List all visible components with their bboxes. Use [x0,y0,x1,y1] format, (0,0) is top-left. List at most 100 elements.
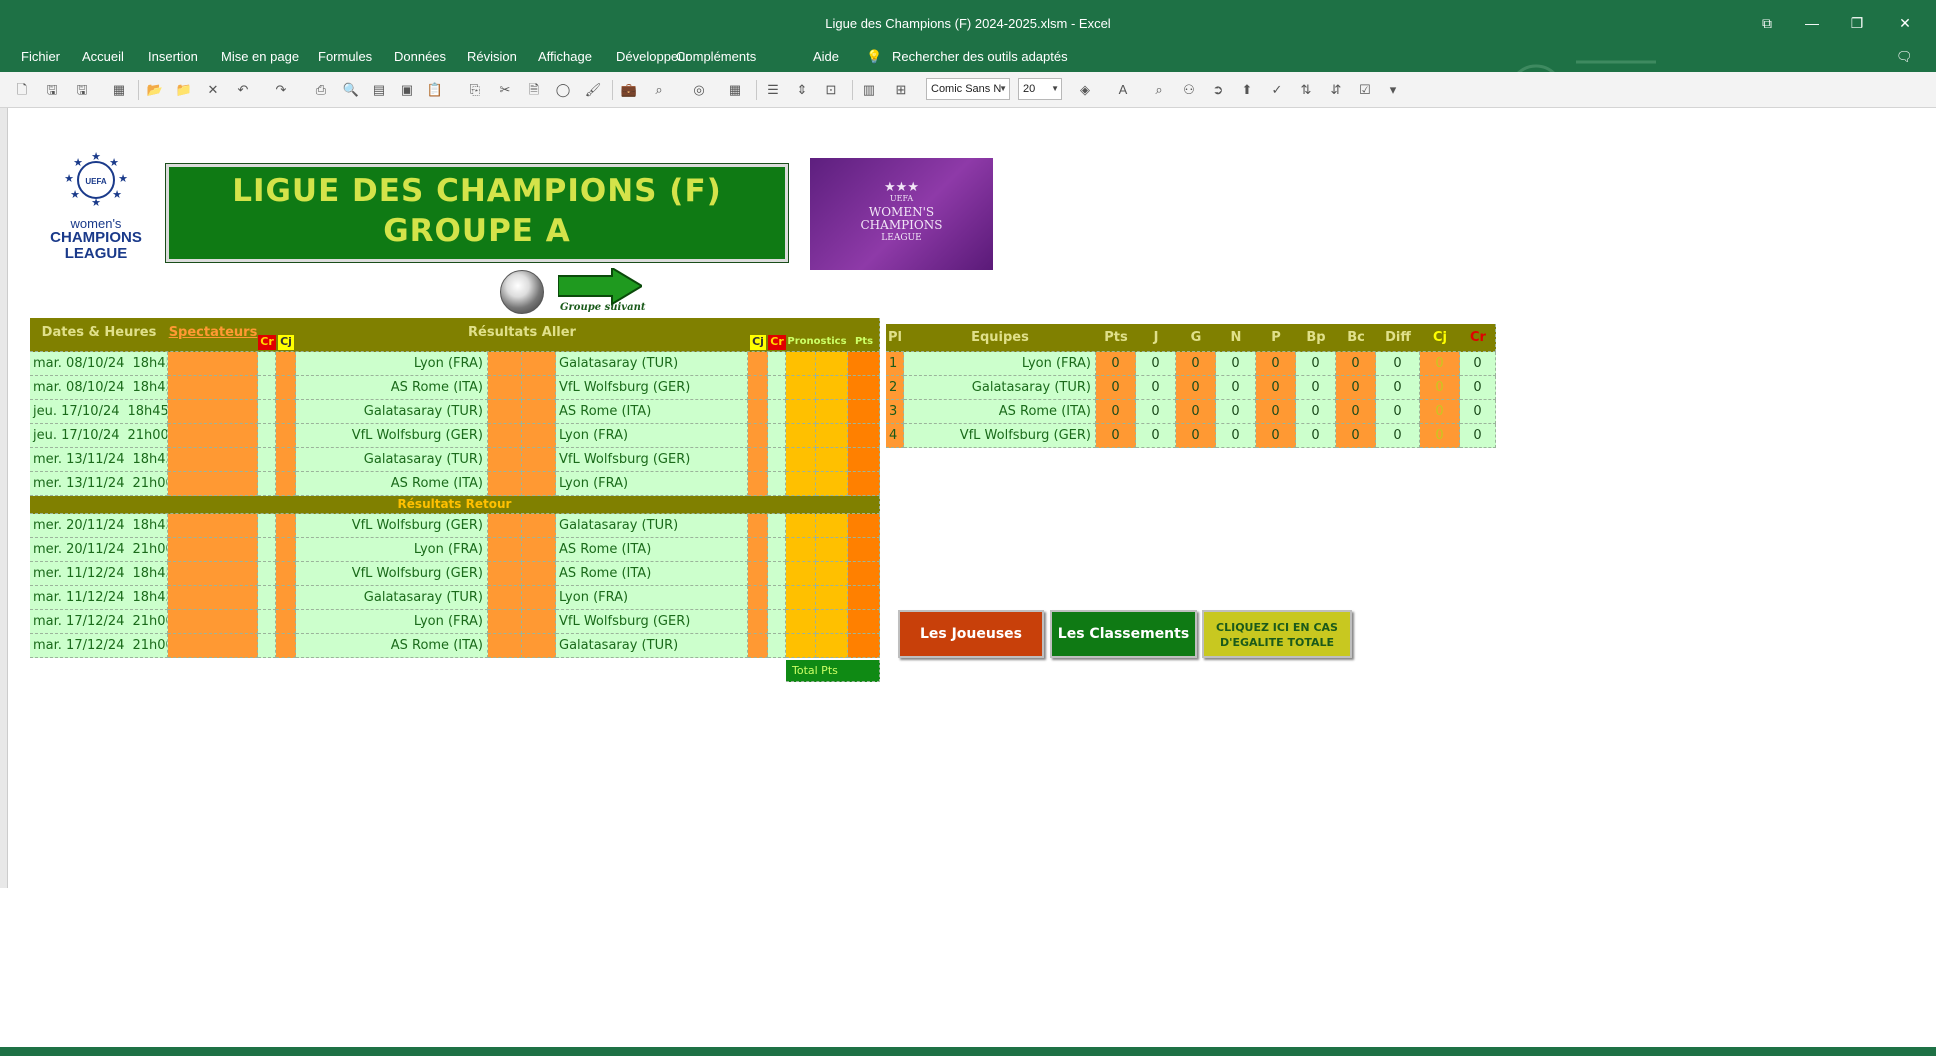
document-icon[interactable]: 🗎 [525,81,543,99]
freeze-icon[interactable]: ▥ [860,81,878,99]
score-cell[interactable] [488,610,522,634]
standings-team[interactable]: AS Rome (ITA) [904,400,1096,424]
spectators-cell[interactable] [168,352,258,376]
cut-icon[interactable]: ✂ [496,81,514,99]
home-team[interactable]: AS Rome (ITA) [296,634,488,658]
standings-value[interactable]: 0 [1176,424,1216,448]
red-cards-cell[interactable] [258,424,276,448]
points-cell[interactable] [848,634,880,658]
red-cards-cell[interactable] [768,610,786,634]
score-cell[interactable] [522,424,556,448]
standings-value[interactable]: 0 [1096,424,1136,448]
standings-value[interactable]: 0 [1256,400,1296,424]
standings-team[interactable]: VfL Wolfsburg (GER) [904,424,1096,448]
print-preview-icon[interactable]: 🔍 [342,81,360,99]
checklist-icon[interactable]: ☑ [1356,81,1374,99]
home-team[interactable]: AS Rome (ITA) [296,376,488,400]
yellow-cards-cell[interactable] [276,634,296,658]
points-cell[interactable] [848,448,880,472]
standings-value[interactable]: 0 [1420,376,1460,400]
menu-accueil[interactable]: Accueil [82,49,124,64]
home-team[interactable]: Galatasaray (TUR) [296,586,488,610]
score-cell[interactable] [488,586,522,610]
yellow-cards-cell[interactable] [276,376,296,400]
lightbulb-icon[interactable]: 💡 [866,49,882,65]
score-cell[interactable] [522,400,556,424]
score-cell[interactable] [488,448,522,472]
spectators-cell[interactable] [168,424,258,448]
menu-insertion[interactable]: Insertion [148,49,198,64]
copy-icon[interactable]: ⎘ [466,81,484,99]
menu-formules[interactable]: Formules [318,49,372,64]
open-icon[interactable]: 📂 [146,81,164,99]
prediction-cell[interactable] [816,376,848,400]
points-cell[interactable] [848,538,880,562]
header-spectateurs[interactable]: Spectateurs [168,318,258,352]
column-width-icon[interactable]: ⇕ [793,81,811,99]
grid-icon[interactable]: ▦ [110,81,128,99]
score-cell[interactable] [488,400,522,424]
standings-value[interactable]: 0 [1256,352,1296,376]
fill-color-icon[interactable]: ◈ [1076,81,1094,99]
prediction-cell[interactable] [786,448,816,472]
standings-value[interactable]: 0 [1096,376,1136,400]
left-scroll-edge[interactable] [0,108,8,888]
football-icon[interactable] [500,270,544,314]
search-tools-label[interactable]: Rechercher des outils adaptés [892,49,1068,64]
score-cell[interactable] [522,376,556,400]
borders-icon[interactable]: ⊞ [892,81,910,99]
yellow-cards-cell[interactable] [748,448,768,472]
match-date[interactable]: jeu. 17/10/24 21h00 [30,424,168,448]
standings-value[interactable]: 0 [1420,424,1460,448]
find-icon[interactable]: ⌕ [650,81,668,99]
yellow-cards-cell[interactable] [276,352,296,376]
les-classements-button[interactable]: Les Classements [1050,610,1197,658]
standings-value[interactable]: 0 [1460,424,1496,448]
score-cell[interactable] [522,352,556,376]
home-team[interactable]: Galatasaray (TUR) [296,400,488,424]
home-team[interactable]: Lyon (FRA) [296,538,488,562]
match-date[interactable]: jeu. 17/10/24 18h45 [30,400,168,424]
standings-value[interactable]: 0 [1256,424,1296,448]
red-cards-cell[interactable] [258,514,276,538]
rows-icon[interactable]: ☰ [764,81,782,99]
standings-value[interactable]: 0 [1096,352,1136,376]
format-painter-icon[interactable]: 🖌 [584,81,602,99]
prediction-cell[interactable] [816,448,848,472]
sort-asc-icon[interactable]: ⇅ [1297,81,1315,99]
customize-icon[interactable]: ▾ [1384,81,1402,99]
close-icon[interactable]: ✕ [1890,12,1920,34]
away-team[interactable]: AS Rome (ITA) [556,400,748,424]
points-cell[interactable] [848,400,880,424]
spectators-cell[interactable] [168,538,258,562]
prediction-cell[interactable] [816,424,848,448]
standings-value[interactable]: 0 [1096,400,1136,424]
redo-icon[interactable]: ↷ [272,81,290,99]
yellow-cards-cell[interactable] [748,424,768,448]
match-date[interactable]: mar. 11/12/24 18h45 [30,586,168,610]
red-cards-cell[interactable] [258,586,276,610]
prediction-cell[interactable] [786,634,816,658]
menu-mise-en-page[interactable]: Mise en page [221,49,299,64]
standings-value[interactable]: 0 [1216,352,1256,376]
sort-desc-icon[interactable]: ⇵ [1327,81,1345,99]
menu-aide[interactable]: Aide [813,49,839,64]
prediction-cell[interactable] [816,562,848,586]
ribbon-display-icon[interactable]: ⧉ [1752,12,1782,34]
points-cell[interactable] [848,610,880,634]
home-team[interactable]: VfL Wolfsburg (GER) [296,562,488,586]
spectators-cell[interactable] [168,586,258,610]
yellow-cards-cell[interactable] [748,610,768,634]
match-date[interactable]: mer. 20/11/24 21h00 [30,538,168,562]
points-cell[interactable] [848,424,880,448]
prediction-cell[interactable] [786,472,816,496]
yellow-cards-cell[interactable] [748,376,768,400]
menu-revision[interactable]: Révision [467,49,517,64]
standings-value[interactable]: 0 [1176,400,1216,424]
away-team[interactable]: AS Rome (ITA) [556,562,748,586]
score-cell[interactable] [522,514,556,538]
score-cell[interactable] [522,562,556,586]
red-cards-cell[interactable] [768,562,786,586]
yellow-cards-cell[interactable] [276,472,296,496]
score-cell[interactable] [488,472,522,496]
